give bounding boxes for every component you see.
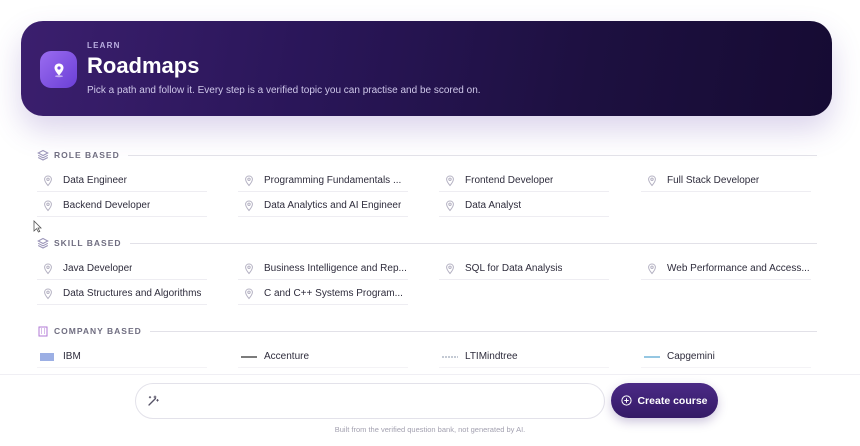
footnote: Built from the verified question bank, n… — [334, 425, 526, 434]
page-title: Roadmaps — [87, 53, 200, 78]
location-pin-icon — [43, 199, 53, 212]
capgemini-logo-icon — [644, 352, 660, 362]
roadmap-item-business-intelligence[interactable]: Business Intelligence and Rep... — [238, 258, 408, 280]
roadmap-item-label: Business Intelligence and Rep... — [264, 263, 407, 274]
hero-subtitle: Pick a path and follow it. Every step is… — [87, 85, 481, 96]
hero-eyebrow: LEARN — [87, 41, 121, 50]
location-pin-icon — [647, 174, 657, 187]
roadmap-item-data-engineer[interactable]: Data Engineer — [37, 170, 207, 192]
ltimindtree-logo-icon — [442, 352, 458, 362]
mouse-cursor-icon — [33, 220, 42, 233]
building-icon — [37, 325, 49, 337]
location-pin-icon — [43, 287, 53, 300]
location-pin-icon — [445, 174, 455, 187]
section-divider — [127, 154, 817, 156]
roadmap-item-c-cpp-systems[interactable]: C and C++ Systems Program... — [238, 283, 408, 305]
location-pin-icon — [43, 174, 53, 187]
section-title: ROLE BASED — [54, 150, 120, 160]
roadmap-item-label: Data Analyst — [465, 200, 522, 211]
section-title: COMPANY BASED — [54, 326, 142, 336]
roadmap-item-label: Data Analytics and AI Engineer — [264, 200, 402, 211]
company-item-label: Capgemini — [667, 351, 715, 362]
layers-icon — [37, 149, 49, 161]
roadmap-item-data-structures-algorithms[interactable]: Data Structures and Algorithms — [37, 283, 207, 305]
section-header-role-based: ROLE BASED — [37, 148, 817, 162]
magic-wand-icon — [146, 394, 160, 408]
company-item-label: IBM — [63, 351, 81, 362]
section-divider — [129, 242, 817, 244]
location-pin-icon — [43, 262, 53, 275]
roadmap-item-label: Data Structures and Algorithms — [63, 288, 202, 299]
roadmap-item-data-analyst[interactable]: Data Analyst — [439, 195, 609, 217]
roadmap-item-backend-developer[interactable]: Backend Developer — [37, 195, 207, 217]
section-divider — [149, 330, 817, 332]
roadmap-item-sql-data-analysis[interactable]: SQL for Data Analysis — [439, 258, 609, 280]
roadmap-item-data-analytics-ai-engineer[interactable]: Data Analytics and AI Engineer — [238, 195, 408, 217]
roadmap-item-web-performance[interactable]: Web Performance and Access... — [641, 258, 811, 280]
roadmap-item-label: Web Performance and Access... — [667, 263, 810, 274]
section-title: SKILL BASED — [54, 238, 122, 248]
roadmaps-hero-banner: LEARN Roadmaps Pick a path and follow it… — [21, 21, 832, 116]
plus-circle-icon — [621, 395, 633, 406]
map-pin-icon — [40, 51, 77, 88]
roadmap-item-full-stack-developer[interactable]: Full Stack Developer — [641, 170, 811, 192]
roadmap-item-frontend-developer[interactable]: Frontend Developer — [439, 170, 609, 192]
location-pin-icon — [244, 287, 254, 300]
roadmap-item-label: Backend Developer — [63, 200, 151, 211]
location-pin-icon — [244, 174, 254, 187]
roadmap-item-label: Java Developer — [63, 263, 133, 274]
accenture-logo-icon — [241, 352, 257, 362]
section-header-company-based: COMPANY BASED — [37, 324, 817, 338]
company-item-label: LTIMindtree — [465, 351, 518, 362]
location-pin-icon — [445, 199, 455, 212]
location-pin-icon — [445, 262, 455, 275]
create-course-button[interactable]: Create course — [611, 383, 718, 418]
location-pin-icon — [647, 262, 657, 275]
roadmap-item-label: SQL for Data Analysis — [465, 263, 563, 274]
roadmap-item-programming-fundamentals[interactable]: Programming Fundamentals ... — [238, 170, 408, 192]
roadmap-item-java-developer[interactable]: Java Developer — [37, 258, 207, 280]
location-pin-icon — [244, 262, 254, 275]
roadmap-item-label: Full Stack Developer — [667, 175, 760, 186]
roadmap-item-label: Data Engineer — [63, 175, 127, 186]
course-prompt-input[interactable] — [135, 383, 605, 419]
section-header-skill-based: SKILL BASED — [37, 236, 817, 250]
ibm-logo-icon — [40, 352, 56, 362]
company-item-label: Accenture — [264, 351, 310, 362]
create-course-label: Create course — [637, 394, 708, 407]
layers-icon — [37, 237, 49, 249]
roadmap-item-label: Programming Fundamentals ... — [264, 175, 402, 186]
location-pin-icon — [244, 199, 254, 212]
roadmap-item-label: Frontend Developer — [465, 175, 554, 186]
roadmap-item-label: C and C++ Systems Program... — [264, 288, 403, 299]
